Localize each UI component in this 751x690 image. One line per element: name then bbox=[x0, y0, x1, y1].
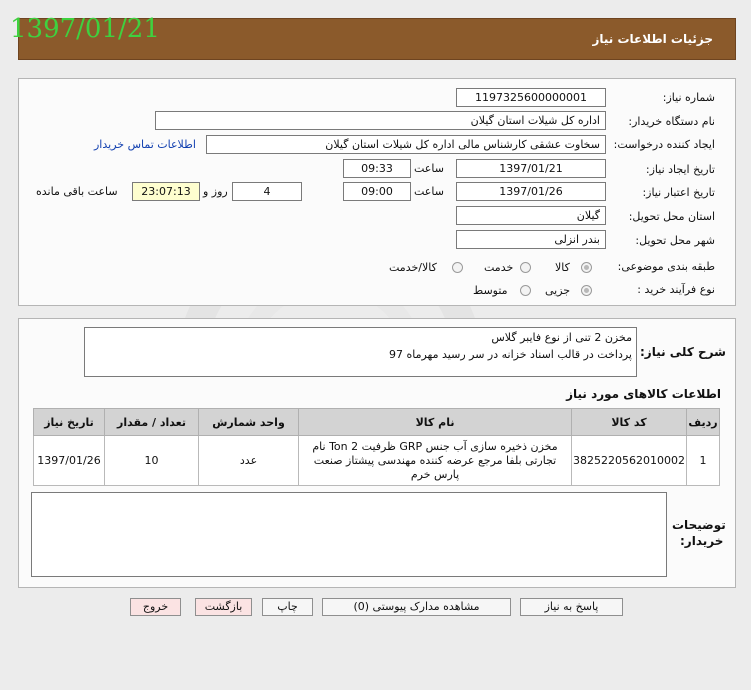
table-row: 1 3825220562010002 مخزن ذخیره سازی آب جن… bbox=[32, 435, 720, 486]
requester-field: سخاوت عشقی کارشناس مالی اداره کل شیلات ا… bbox=[206, 135, 606, 154]
goods-section-title: اطلاعات کالاهای مورد نیاز bbox=[566, 387, 721, 401]
purchase-radio-minor[interactable] bbox=[581, 285, 592, 296]
buyer-org-label: نام دستگاه خریدار: bbox=[628, 115, 715, 128]
province-field: گیلان bbox=[456, 206, 606, 225]
purchase-type-label: نوع فرآیند خرید : bbox=[637, 283, 715, 296]
requester-label: ایجاد کننده درخواست: bbox=[613, 138, 715, 151]
description-box: مخزن 2 تنی از نوع فایبر گلاس پرداخت در ق… bbox=[84, 327, 637, 377]
city-field: بندر انزلی bbox=[456, 230, 606, 249]
purchase-option-medium: متوسط bbox=[473, 284, 508, 297]
remaining-time-field: 23:07:13 bbox=[132, 182, 200, 201]
reply-button[interactable]: پاسخ به نیاز bbox=[520, 598, 623, 616]
buyer-org-field: اداره کل شیلات استان گیلان bbox=[155, 111, 606, 130]
item-qty: 10 bbox=[104, 435, 200, 486]
city-label: شهر محل تحویل: bbox=[635, 234, 715, 247]
buyer-contact-link[interactable]: اطلاعات تماس خریدار bbox=[94, 138, 196, 151]
description-line-2: پرداخت در قالب اسناد خزانه در سر رسید مه… bbox=[388, 348, 632, 361]
category-label: طبقه بندی موضوعی: bbox=[617, 260, 715, 273]
item-name-line-2: تجارتی بلفا مرجع عرضه کننده مهندسی پیشتا… bbox=[313, 453, 557, 467]
item-code: 3825220562010002 bbox=[571, 435, 687, 486]
category-radio-both[interactable] bbox=[452, 262, 463, 273]
category-radio-service[interactable] bbox=[520, 262, 531, 273]
back-button[interactable]: بازگشت bbox=[195, 598, 252, 616]
validity-date-label: تاریخ اعتبار نیاز: bbox=[642, 186, 715, 199]
print-button[interactable]: چاپ bbox=[262, 598, 313, 616]
days-label: روز و bbox=[203, 185, 228, 198]
remaining-days-field: 4 bbox=[232, 182, 302, 201]
goods-table: ردیف کد کالا نام کالا واحد شمارش تعداد /… bbox=[32, 408, 720, 486]
buyer-notes-box[interactable] bbox=[31, 492, 667, 577]
remaining-time-label: ساعت باقی مانده bbox=[36, 185, 118, 198]
created-time-label: ساعت bbox=[414, 162, 444, 175]
created-date-label: تاریخ ایجاد نیاز: bbox=[645, 163, 715, 176]
col-row: ردیف bbox=[686, 408, 720, 436]
item-name-line-3: پارس خرم bbox=[410, 467, 460, 481]
col-date: تاریخ نیاز bbox=[32, 408, 106, 436]
col-qty: تعداد / مقدار bbox=[104, 408, 200, 436]
item-name-line-1: مخزن ذخیره سازی آب جنس GRP ظرفیت 2 Ton ن… bbox=[312, 439, 558, 453]
category-option-both: کالا/خدمت bbox=[389, 261, 437, 274]
goods-table-header: ردیف کد کالا نام کالا واحد شمارش تعداد /… bbox=[32, 408, 720, 436]
col-code: کد کالا bbox=[571, 408, 687, 436]
col-name: نام کالا bbox=[298, 408, 573, 436]
notes-label-1: توضیحات bbox=[672, 518, 726, 532]
page-title: جزئیات اطلاعات نیاز bbox=[592, 32, 713, 46]
province-label: استان محل تحویل: bbox=[628, 210, 715, 223]
category-radio-goods[interactable] bbox=[581, 262, 592, 273]
description-label: شرح کلی نیاز: bbox=[640, 345, 726, 359]
created-time-field: 09:33 bbox=[343, 159, 411, 178]
date-stamp: 1397/01/21 bbox=[10, 14, 160, 44]
category-option-goods: کالا bbox=[555, 261, 570, 274]
category-option-service: خدمت bbox=[484, 261, 514, 274]
notes-label-2: خریدار: bbox=[680, 534, 724, 548]
item-name: مخزن ذخیره سازی آب جنس GRP ظرفیت 2 Ton ن… bbox=[298, 435, 573, 486]
exit-button[interactable]: خروج bbox=[130, 598, 181, 616]
item-date: 1397/01/26 bbox=[32, 435, 106, 486]
purchase-radio-medium[interactable] bbox=[520, 285, 531, 296]
need-number-field: 1197325600000001 bbox=[456, 88, 606, 107]
created-date-field: 1397/01/21 bbox=[456, 159, 606, 178]
validity-date-field: 1397/01/26 bbox=[456, 182, 606, 201]
col-unit: واحد شمارش bbox=[198, 408, 300, 436]
purchase-option-minor: جزیی bbox=[545, 284, 571, 297]
validity-time-field: 09:00 bbox=[343, 182, 411, 201]
item-unit: عدد bbox=[198, 435, 300, 486]
need-number-label: شماره نیاز: bbox=[662, 91, 715, 104]
description-line-1: مخزن 2 تنی از نوع فایبر گلاس bbox=[491, 331, 632, 344]
validity-time-label: ساعت bbox=[414, 185, 444, 198]
row-number: 1 bbox=[686, 435, 720, 486]
attachments-button[interactable]: مشاهده مدارک پیوستی (0) bbox=[322, 598, 511, 616]
